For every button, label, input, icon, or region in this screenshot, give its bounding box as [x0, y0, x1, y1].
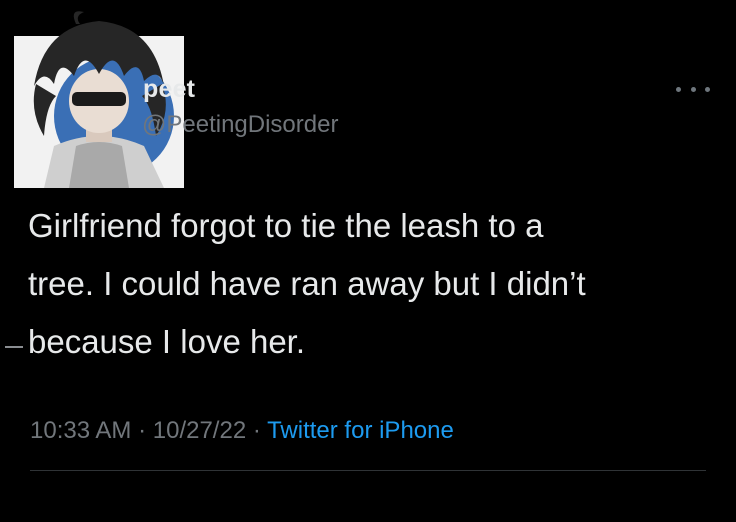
meta-separator: · [138, 417, 147, 444]
tweet-text-line: tree. I could have ran away but I didn’t [28, 265, 586, 302]
user-handle[interactable]: @PeetingDisorder [142, 111, 338, 139]
dot [676, 86, 681, 92]
tweet-text: Girlfriend forgot to tie the leash to a … [28, 197, 718, 371]
dot [705, 86, 710, 92]
display-name[interactable]: peet [143, 75, 195, 104]
tweet-date[interactable]: 10/27/22 [153, 417, 246, 444]
tweet-time[interactable]: 10:33 AM [30, 417, 131, 444]
tweet-text-line: because I love her. [28, 323, 306, 360]
tweet-source-link[interactable]: Twitter for iPhone [267, 417, 454, 444]
tweet-text-line: Girlfriend forgot to tie the leash to a [28, 207, 544, 244]
divider [30, 470, 706, 471]
more-dots-icon[interactable] [676, 80, 710, 98]
meta-separator: · [252, 417, 261, 444]
dot [690, 86, 696, 92]
artifact-mark [5, 346, 23, 348]
tweet-meta: 10:33 AM · 10/27/22 · Twitter for iPhone [30, 417, 454, 445]
